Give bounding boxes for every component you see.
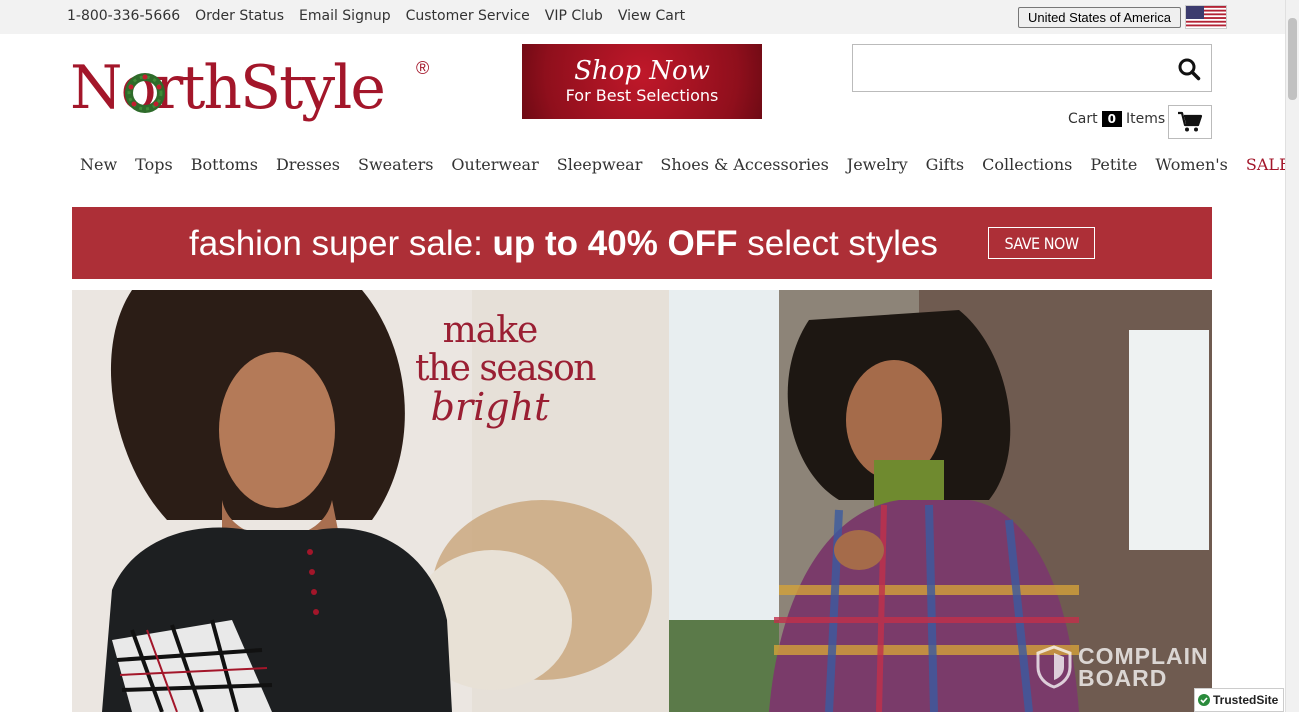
scrollbar-thumb[interactable] <box>1288 18 1297 100</box>
nav-sale[interactable]: SALE <box>1246 155 1291 174</box>
promo-discount: up to 40% OFF <box>492 224 738 263</box>
nav-womens[interactable]: Women's <box>1155 155 1228 174</box>
order-status-link[interactable]: Order Status <box>195 8 284 24</box>
shopping-cart-icon <box>1178 111 1203 132</box>
page-scrollbar[interactable] <box>1285 0 1299 712</box>
search-icon[interactable] <box>1177 57 1201 81</box>
trustedsite-label: TrustedSite <box>1213 693 1279 707</box>
registered-mark: ® <box>416 58 430 78</box>
vip-club-link[interactable]: VIP Club <box>545 8 603 24</box>
promo-prefix: fashion super sale: <box>189 224 493 263</box>
phone-link[interactable]: 1-800-336-5666 <box>67 8 180 24</box>
search-input[interactable] <box>852 44 1212 92</box>
trustedsite-badge[interactable]: TrustedSite <box>1194 688 1284 712</box>
promo-headline: fashion super sale: up to 40% OFF select… <box>189 224 938 264</box>
nav-jewelry[interactable]: Jewelry <box>847 155 908 174</box>
tagline-line-3: bright <box>430 385 550 429</box>
tagline-line-1: make <box>442 310 539 351</box>
nav-dresses[interactable]: Dresses <box>276 155 340 174</box>
nav-petite[interactable]: Petite <box>1090 155 1137 174</box>
checkmark-icon <box>1198 694 1210 706</box>
shop-now-subtitle: For Best Selections <box>565 86 719 105</box>
shield-icon <box>1036 645 1072 689</box>
main-nav: New Tops Bottoms Dresses Sweaters Outerw… <box>80 155 1299 174</box>
nav-tops[interactable]: Tops <box>135 155 173 174</box>
nav-bottoms[interactable]: Bottoms <box>191 155 258 174</box>
tagline-line-2: the season <box>415 348 596 389</box>
promo-suffix: select styles <box>737 224 938 263</box>
customer-service-link[interactable]: Customer Service <box>406 8 530 24</box>
northstyle-logo[interactable]: NorthStyle ® <box>70 48 440 134</box>
nav-shoes-accessories[interactable]: Shoes & Accessories <box>660 155 828 174</box>
complaint-board-text: COMPLAIN BOARD <box>1078 643 1209 691</box>
us-flag-icon[interactable] <box>1185 5 1227 29</box>
utility-links: 1-800-336-5666 Order Status Email Signup… <box>67 8 685 24</box>
wreath-icon <box>125 73 165 113</box>
cart-summary[interactable]: Cart 0 Items <box>1068 111 1165 127</box>
cart-label: Cart <box>1068 111 1098 127</box>
hero-image-left[interactable]: make the season bright <box>72 290 669 712</box>
hero-tagline: make the season bright <box>415 310 596 429</box>
nav-new[interactable]: New <box>80 155 117 174</box>
top-utility-bar: 1-800-336-5666 Order Status Email Signup… <box>0 0 1285 34</box>
nav-collections[interactable]: Collections <box>982 155 1072 174</box>
nav-outerwear[interactable]: Outerwear <box>451 155 538 174</box>
shop-now-title: Shop Now <box>574 56 710 86</box>
complaint-line-1: COMPLAIN <box>1078 643 1209 669</box>
shop-now-banner[interactable]: Shop Now For Best Selections <box>522 44 762 119</box>
nav-sleepwear[interactable]: Sleepwear <box>557 155 643 174</box>
cart-button[interactable] <box>1168 105 1212 139</box>
country-selector-button[interactable]: United States of America <box>1018 7 1181 28</box>
save-now-button[interactable]: SAVE NOW <box>988 227 1095 259</box>
email-signup-link[interactable]: Email Signup <box>299 8 391 24</box>
sale-promo-banner[interactable]: fashion super sale: up to 40% OFF select… <box>72 207 1212 279</box>
cart-count-badge: 0 <box>1101 111 1122 127</box>
nav-sweaters[interactable]: Sweaters <box>358 155 433 174</box>
complaint-board-watermark: COMPLAIN BOARD <box>1036 643 1209 691</box>
view-cart-link[interactable]: View Cart <box>618 8 685 24</box>
cart-items-label: Items <box>1125 111 1166 127</box>
nav-gifts[interactable]: Gifts <box>926 155 964 174</box>
complaint-line-2: BOARD <box>1078 665 1168 691</box>
